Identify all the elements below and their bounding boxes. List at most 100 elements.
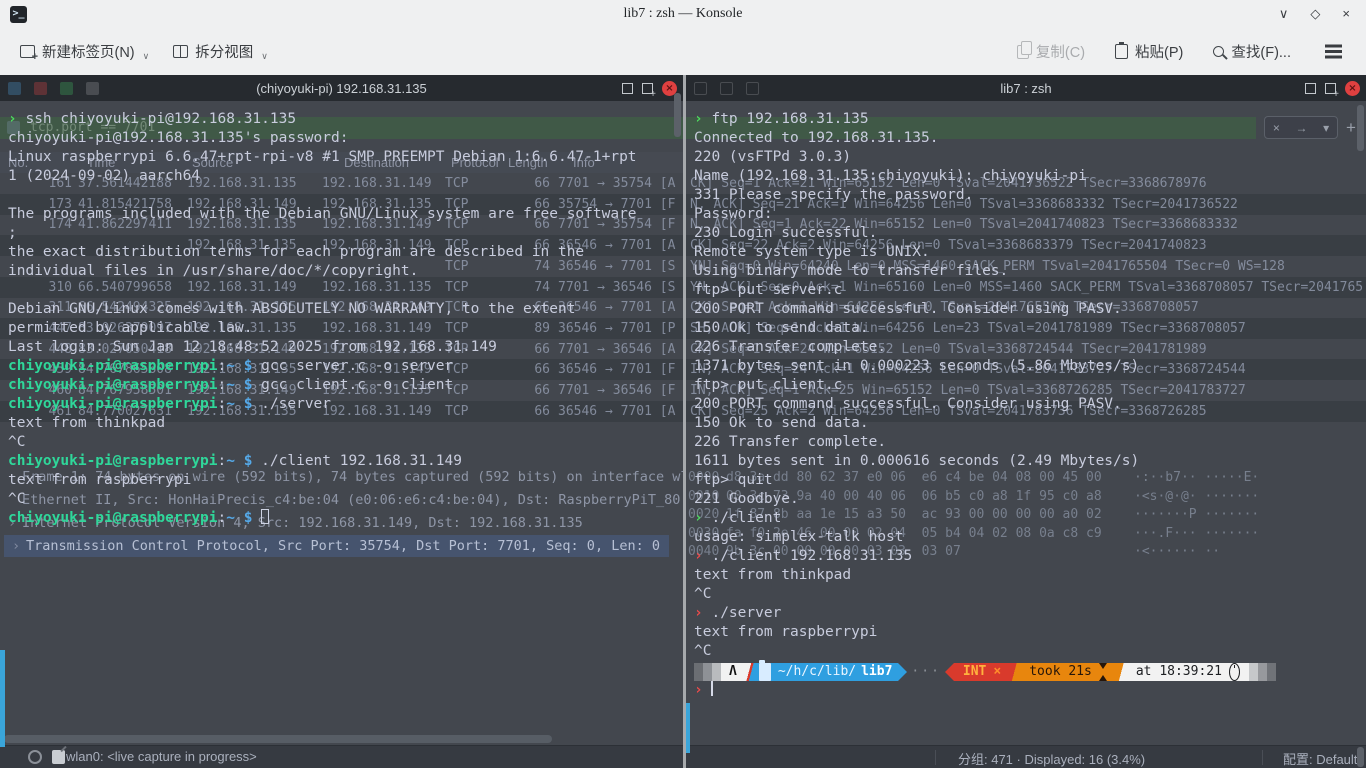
terminal-text: Remote system type is UNIX. <box>694 244 930 260</box>
terminal-text: gcc server.c -o server <box>252 358 453 374</box>
window-title: lib7 : zsh — Konsole <box>0 6 1366 22</box>
terminal-text: 150 Ok to send data. <box>694 415 869 431</box>
expand-pane-icon[interactable] <box>1305 83 1316 94</box>
terminal-line: The programs included with the Debian GN… <box>8 205 683 224</box>
powerline-prompt: Λ~/h/c/lib/lib7···INT×took 21sat 18:39:2… <box>694 662 1366 681</box>
prompt-arrow: › <box>694 111 703 127</box>
terminal-line: ftp> put server.c <box>694 281 1366 300</box>
duration-segment: took 21s <box>1020 663 1117 681</box>
terminal-line: chiyoyuki-pi@raspberrypi:~ $ gcc client.… <box>8 376 683 395</box>
terminal-line: Last login: Sun Jan 12 18:48:52 2025 fro… <box>8 338 683 357</box>
terminal-text: the exact distribution terms for each pr… <box>8 244 584 260</box>
left-terminal-text: › ssh chiyoyuki-pi@192.168.31.135chiyoyu… <box>0 101 683 768</box>
terminal-line: ftp> put client.c <box>694 376 1366 395</box>
terminal-text: chiyoyuki-pi@raspberrypi <box>8 396 218 412</box>
statusbar-divider <box>1262 750 1263 765</box>
left-scrollbar-thumb[interactable] <box>674 93 681 137</box>
terminal-line: 1 (2024-09-02) aarch64 <box>8 167 683 186</box>
close-button[interactable]: × <box>1342 6 1350 22</box>
split-view-button[interactable]: 拆分视图 ∨ <box>165 35 276 68</box>
hourglass-icon <box>1099 663 1108 681</box>
terminal-text: Last login: Sun Jan 12 18:48:52 2025 fro… <box>8 339 497 355</box>
terminal-line: chiyoyuki-pi@raspberrypi:~ $ ./client 19… <box>8 452 683 471</box>
new-tab-button[interactable]: 新建标签页(N) ∨ <box>12 35 157 68</box>
terminal-text: chiyoyuki-pi@raspberrypi <box>8 453 218 469</box>
find-button[interactable]: 查找(F)... <box>1205 35 1299 68</box>
annotation-icon[interactable] <box>52 750 65 764</box>
terminal-text: ^C <box>8 434 25 450</box>
powerline-separator <box>1010 663 1020 681</box>
cyan-indicator-strip <box>0 650 5 747</box>
terminal-text: 1611 bytes sent in 0.000616 seconds (2.4… <box>694 453 1139 469</box>
terminal-text <box>235 510 244 526</box>
terminal-line: individual files in /usr/share/doc/*/cop… <box>8 262 683 281</box>
terminal-line: text from raspberrypi <box>8 471 683 490</box>
find-label: 查找(F)... <box>1231 41 1291 62</box>
powerline-dots: ··· <box>907 663 944 681</box>
prompt-arrow: › <box>694 548 703 564</box>
terminal-text: ~ <box>226 453 235 469</box>
close-pane-icon[interactable]: × <box>1345 81 1360 96</box>
terminal-text: Name (192.168.31.135:chiyoyuki): chiyoyu… <box>694 168 1087 184</box>
terminal-line: ^C <box>694 585 1366 604</box>
search-icon <box>1213 46 1224 57</box>
pane-splitter[interactable] <box>683 75 686 768</box>
terminal-text: ./client 192.168.31.135 <box>703 548 913 564</box>
terminal-line: Using binary mode to transfer files. <box>694 262 1366 281</box>
right-terminal-pane: lib7 : zsh × × → ▾ + CK] Seq=1 Ack=21 Wi… <box>686 75 1366 768</box>
terminal-text: ./client 192.168.31.149 <box>252 453 462 469</box>
terminal-text: ./server <box>703 605 782 621</box>
terminal-text: usage: simplex-talk host <box>694 529 904 545</box>
terminal-text: ; <box>8 225 17 241</box>
left-terminal[interactable]: tcp.port == 7701 No.TimeSourceDestinatio… <box>0 101 683 768</box>
terminal-text: 200 PORT command successful. Consider us… <box>694 301 1122 317</box>
prompt-arrow: › <box>694 682 703 698</box>
terminal-text: 150 Ok to send data. <box>694 320 869 336</box>
prompt-arrow: › <box>694 510 703 526</box>
detach-pane-icon[interactable] <box>1325 83 1336 94</box>
maximize-button[interactable]: ◇ <box>1310 6 1320 22</box>
right-terminal[interactable]: × → ▾ + CK] Seq=1 Ack=21 Win=65152 Len=0… <box>686 101 1366 768</box>
terminal-text: : <box>218 510 227 526</box>
terminal-line: ^C <box>8 433 683 452</box>
terminal-text: ~ <box>226 510 235 526</box>
powerline-endcap <box>694 663 703 681</box>
terminal-text: Linux raspberrypi 6.6.47+rpt-rpi-v8 #1 S… <box>8 149 637 165</box>
terminal-line: 1371 bytes sent in 0.000223 seconds (5.8… <box>694 357 1366 376</box>
terminal-text: chiyoyuki-pi@192.168.31.135's password: <box>8 130 348 146</box>
copy-label: 复制(C) <box>1036 41 1085 62</box>
minimize-button[interactable]: ∨ <box>1279 6 1289 22</box>
path-segment: ~/h/c/lib/lib7 <box>755 663 899 681</box>
text-cursor <box>711 681 713 696</box>
right-pane-header: lib7 : zsh × <box>686 75 1366 101</box>
terminal-line: 200 PORT command successful. Consider us… <box>694 300 1366 319</box>
terminal-text: 230 Login successful. <box>694 225 877 241</box>
terminal-text: Connected to 192.168.31.135. <box>694 130 938 146</box>
packet-count-text: 分组: 471 · Displayed: 16 (3.4%) <box>958 749 1145 768</box>
powerline-endcap <box>712 663 721 681</box>
duration-label: took 21s <box>1029 663 1092 681</box>
copy-button[interactable]: 复制(C) <box>1009 35 1093 68</box>
terminal-prompt-line: › <box>694 681 1366 700</box>
terminal-text: ftp> put client.c <box>694 377 842 393</box>
paste-button[interactable]: 粘贴(P) <box>1107 35 1191 68</box>
terminal-text: 221 Goodbye. <box>694 491 799 507</box>
right-scrollbar-thumb[interactable] <box>1357 105 1364 151</box>
left-pane-title: (chiyoyuki-pi) 192.168.31.135 <box>256 81 427 96</box>
terminal-line: Connected to 192.168.31.135. <box>694 129 1366 148</box>
terminal-line <box>8 281 683 300</box>
cyan-indicator-strip <box>686 703 690 753</box>
terminal-line: › ./client 192.168.31.135 <box>694 547 1366 566</box>
menu-button[interactable] <box>1313 44 1354 58</box>
detach-pane-icon[interactable] <box>642 83 653 94</box>
powerline-endcap <box>703 663 712 681</box>
new-tab-label: 新建标签页(N) <box>42 41 135 62</box>
left-pane-header: (chiyoyuki-pi) 192.168.31.135 × <box>0 75 683 101</box>
terminal-line: 1611 bytes sent in 0.000616 seconds (2.4… <box>694 452 1366 471</box>
expand-pane-icon[interactable] <box>622 83 633 94</box>
terminal-line <box>8 186 683 205</box>
corner-scrollbar-thumb[interactable] <box>1357 747 1364 767</box>
terminal-text <box>235 396 244 412</box>
terminal-text: chiyoyuki-pi@raspberrypi <box>8 358 218 374</box>
terminal-line: text from raspberrypi <box>694 623 1366 642</box>
